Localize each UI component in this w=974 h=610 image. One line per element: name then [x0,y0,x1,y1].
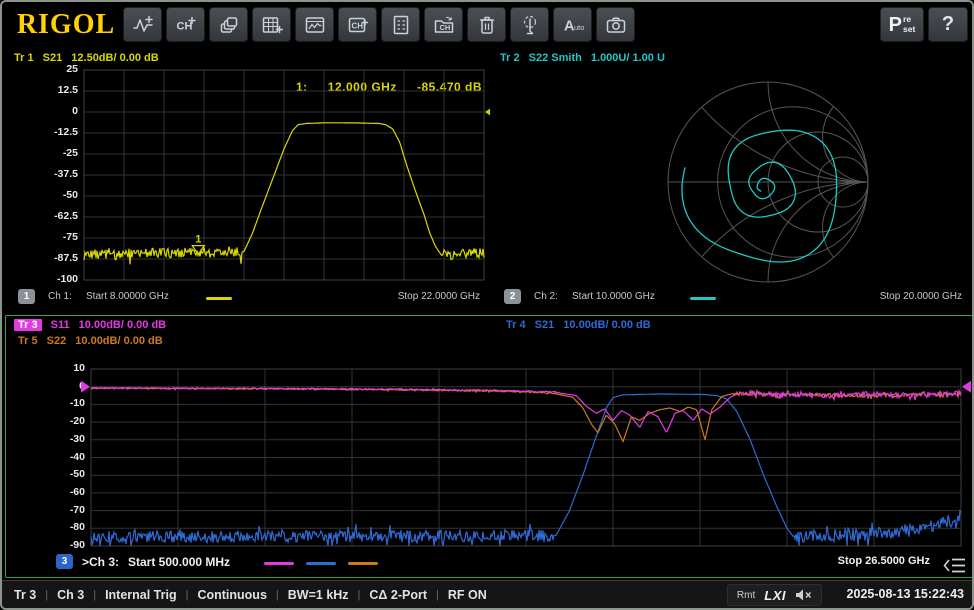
toolbar-auto-button[interactable]: Auto [553,7,592,42]
ch3-label: >Ch 3: [82,555,119,569]
ch1-plot: 1 [4,48,490,315]
ch2-start: Start 10.0000 GHz [572,291,655,302]
toolbar-buttons: CH CH CH Auto [123,7,635,42]
window-trace-icon [304,14,326,36]
panel-ch1-trace[interactable]: Tr 1 S21 12.50dB/ 0.00 dB 1: 12.000 GHz … [4,48,490,315]
toolbar-window-trace-button[interactable] [295,7,334,42]
smith-trace [682,130,837,262]
status-item: BW=1 kHz [288,588,349,602]
toolbar-channel-add-button[interactable]: CH [166,7,205,42]
svg-text:CH: CH [176,20,192,32]
ch3-badge[interactable]: 3 [56,554,73,569]
stack-icon [218,14,240,36]
help-button[interactable]: ? [928,7,968,42]
ch2-stop: Stop 20.0000 GHz [842,291,962,302]
preset-label-small: reset [903,15,915,34]
ch3-plot [6,316,974,579]
status-separator: | [45,589,48,601]
menu-collapse-icon[interactable] [943,557,967,574]
remote-indicator: Rmt [737,590,755,601]
tr4-swatch [306,562,336,565]
toolbar: RIGOL CH CH CH Auto P reset ? [2,2,972,48]
table-add-icon [261,14,283,36]
help-icon: ? [942,13,954,36]
ch1-start: Start 8.00000 GHz [86,291,169,302]
status-item: Continuous [197,588,266,602]
toolbar-touch-button[interactable] [510,7,549,42]
ch2-badge[interactable]: 2 [504,289,521,304]
ch1-badge[interactable]: 1 [18,289,35,304]
ch3-start: Start 500.000 MHz [128,555,230,569]
svg-text:CH: CH [351,21,363,30]
panel-ch3-trace[interactable]: Tr 3 S11 10.00dB/ 0.00 dB Tr 4 S21 10.00… [5,315,973,578]
datetime: 2025-08-13 15:22:43 [847,587,964,601]
svg-text:CH: CH [439,23,450,32]
vna-screen: RIGOL CH CH CH Auto P reset ? Tr 1 S21 12.5… [0,0,974,610]
status-item: Internal Trig [105,588,177,602]
preset-label-big: P [889,15,902,35]
svg-text:uto: uto [574,23,584,32]
ref-level-arrow [81,381,90,393]
preset-button[interactable]: P reset [880,7,924,42]
status-separator: | [93,589,96,601]
status-item: CΔ 2-Port [369,588,427,602]
trash-icon [476,14,498,36]
channel-add-icon: CH [175,14,197,36]
status-item: Ch 3 [57,588,84,602]
tr5-swatch [348,562,378,565]
toolbar-camera-button[interactable] [596,7,635,42]
ch1-label: Ch 1: [48,291,72,302]
folder-channel-icon: CH [433,14,455,36]
toolbar-window-channel-add-button[interactable]: CH [338,7,377,42]
ch1-trace-swatch [206,297,232,300]
tr3-swatch [264,562,294,565]
speaker-mute-icon [795,588,812,602]
status-items: Tr 3 | Ch 3 | Internal Trig | Continuous | BW=1 … [2,588,487,602]
ch2-label: Ch 2: [534,291,558,302]
status-separator: | [186,589,189,601]
ch1-stop: Stop 22.0000 GHz [360,291,480,302]
status-separator: | [276,589,279,601]
rigol-logo: RIGOL [10,8,122,42]
toolbar-table-add-button[interactable] [252,7,291,42]
toolbar-file-tasks-button[interactable] [381,7,420,42]
toolbar-folder-channel-button[interactable]: CH [424,7,463,42]
ch2-trace-swatch [690,297,716,300]
ch2-footer: 2 Ch 2: Start 10.0000 GHz Stop 20.0000 G… [490,289,974,307]
status-indicators: Rmt LXI [727,584,822,606]
status-separator: | [358,589,361,601]
panel-ch2-smith[interactable]: Tr 2 S22 Smith 1.000U/ 1.00 U 2 Ch 2: St… [490,48,974,315]
ch3-footer: 3 >Ch 3: Start 500.000 MHz Stop 26.5000 … [6,553,972,571]
status-item: Tr 3 [14,588,36,602]
auto-icon: Auto [562,14,584,36]
camera-icon [605,14,627,36]
touch-icon [519,14,541,36]
ref-level-arrow [962,381,971,393]
toolbar-stack-button[interactable] [209,7,248,42]
svg-text:1: 1 [195,234,201,246]
lxi-indicator: LXI [764,588,786,603]
status-separator: | [436,589,439,601]
smith-chart [490,48,974,315]
trace-add-icon [132,14,154,36]
status-bar: Tr 3 | Ch 3 | Internal Trig | Continuous | BW=1 … [2,580,972,608]
file-tasks-icon [390,14,412,36]
status-item: RF ON [448,588,487,602]
ch3-stop: Stop 26.5000 GHz [790,555,930,567]
ch1-footer: 1 Ch 1: Start 8.00000 GHz Stop 22.0000 G… [4,289,490,307]
toolbar-trash-button[interactable] [467,7,506,42]
window-channel-add-icon: CH [347,14,369,36]
toolbar-trace-add-button[interactable] [123,7,162,42]
